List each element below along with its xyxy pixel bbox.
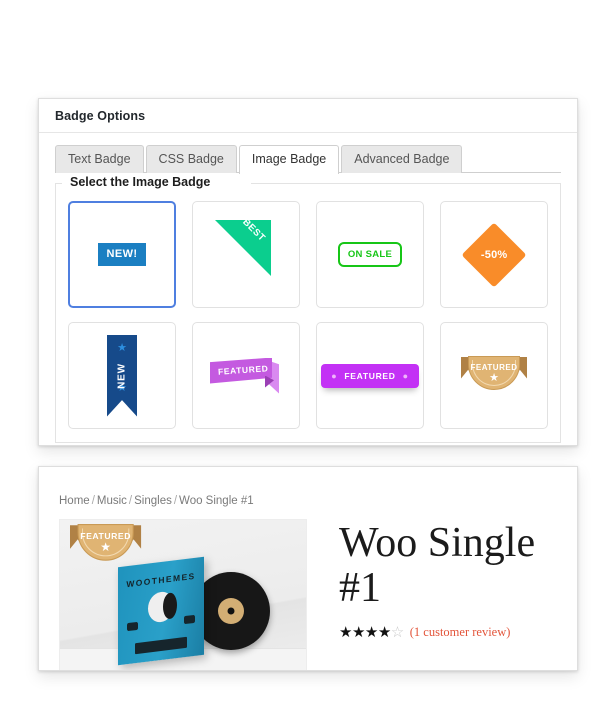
breadcrumb: Home / Music / Singles / Woo Single #1	[59, 495, 577, 507]
breadcrumb-item-home[interactable]: Home	[59, 495, 90, 507]
featured-gold-badge-label: FEATURED	[470, 362, 518, 372]
page-title: Badge Options	[55, 108, 146, 123]
image-brand-text: WOOTHEMES	[126, 570, 196, 590]
featured-pill-badge: ● FEATURED ●	[321, 363, 419, 388]
product-preview-panel: Home / Music / Singles / Woo Single #1 WOOTHEM…	[38, 466, 578, 671]
product-title: Woo Single #1	[339, 520, 536, 611]
new-rect-badge: NEW!	[97, 243, 147, 266]
product-rating: ★★★★☆ (1 customer review)	[339, 625, 554, 640]
on-sale-outline-badge: ON SALE	[337, 242, 403, 267]
product-featured-badge-label: FEATURED	[80, 531, 132, 542]
breadcrumb-item-current: Woo Single #1	[179, 495, 254, 507]
dot-icon: ●	[331, 370, 338, 381]
tab-advanced-badge[interactable]: Advanced Badge	[341, 145, 463, 173]
badge-option-featured-folded-ribbon[interactable]: FEATURED	[192, 322, 300, 429]
featured-gold-badge: FEATURED ★	[70, 524, 142, 567]
tab-image-badge[interactable]: Image Badge	[238, 145, 340, 174]
record-sleeve: WOOTHEMES	[118, 556, 204, 666]
screenshot-root: Badge Options Text Badge CSS Badge Image…	[0, 0, 600, 711]
badge-option-best-corner[interactable]: BEST	[192, 201, 300, 308]
featured-folded-ribbon-badge: FEATURED	[210, 354, 282, 398]
tabs-container: Text Badge CSS Badge Image Badge Advance…	[39, 133, 577, 174]
best-corner-badge: BEST	[215, 217, 271, 276]
fieldset-legend: Select the Image Badge	[65, 175, 216, 189]
sleeve-mark-right	[184, 614, 195, 625]
badge-option-featured-gold[interactable]: FEATURED ★	[440, 322, 548, 429]
badge-option-new-rect[interactable]: NEW!	[68, 201, 176, 308]
record-hole	[227, 607, 235, 615]
dot-icon: ●	[402, 370, 409, 381]
badge-option-discount-diamond[interactable]: -50%	[440, 201, 548, 308]
star-icon: ★	[100, 541, 111, 555]
badge-options-header: Badge Options	[39, 99, 577, 133]
sleeve-cutout	[148, 590, 174, 624]
star-icon: ★	[117, 341, 127, 354]
product-body: WOOTHEMES FEATURED ★ Woo Single #1 ★★★★☆…	[59, 519, 577, 670]
badge-option-new-vertical-ribbon[interactable]: ★ ★ NEW	[68, 322, 176, 429]
product-info: Woo Single #1 ★★★★☆ (1 customer review)	[339, 519, 554, 670]
badge-grid: NEW! BEST ON SALE -50% ★ ★ NEW FEATURED …	[68, 201, 548, 429]
new-vertical-ribbon-badge: ★ ★ NEW	[107, 334, 137, 417]
discount-diamond-badge: -50%	[461, 221, 527, 288]
discount-diamond-badge-label: -50%	[480, 248, 508, 261]
product-image[interactable]: WOOTHEMES FEATURED ★	[59, 519, 307, 670]
stars-empty: ☆	[390, 624, 404, 641]
new-vertical-ribbon-badge-label: NEW	[116, 362, 128, 389]
product-featured-badge-overlay: FEATURED ★	[70, 524, 142, 567]
breadcrumb-item-singles[interactable]: Singles	[134, 495, 172, 507]
image-badge-fieldset: Select the Image Badge NEW! BEST ON SALE	[55, 175, 561, 443]
badge-option-on-sale[interactable]: ON SALE	[316, 201, 424, 308]
star-icon: ★	[489, 371, 499, 384]
breadcrumb-separator: /	[91, 495, 95, 507]
featured-pill-badge-label: FEATURED	[344, 370, 396, 381]
breadcrumb-separator: /	[173, 495, 178, 507]
badge-options-panel: Badge Options Text Badge CSS Badge Image…	[38, 98, 578, 446]
star-rating-icon: ★★★★☆	[339, 625, 404, 640]
customer-review-link[interactable]: (1 customer review)	[410, 625, 511, 640]
stars-filled: ★★★★	[339, 624, 391, 641]
sleeve-tag	[135, 636, 187, 655]
badge-option-featured-pill[interactable]: ● FEATURED ●	[316, 322, 424, 429]
featured-gold-badge: FEATURED ★	[461, 355, 527, 396]
tab-css-badge[interactable]: CSS Badge	[145, 145, 237, 173]
triangle-shape	[215, 220, 271, 276]
sleeve-mark-left	[127, 621, 138, 632]
breadcrumb-item-music[interactable]: Music	[97, 495, 127, 507]
tab-text-badge[interactable]: Text Badge	[55, 145, 144, 173]
tab-list: Text Badge CSS Badge Image Badge Advance…	[55, 145, 561, 174]
